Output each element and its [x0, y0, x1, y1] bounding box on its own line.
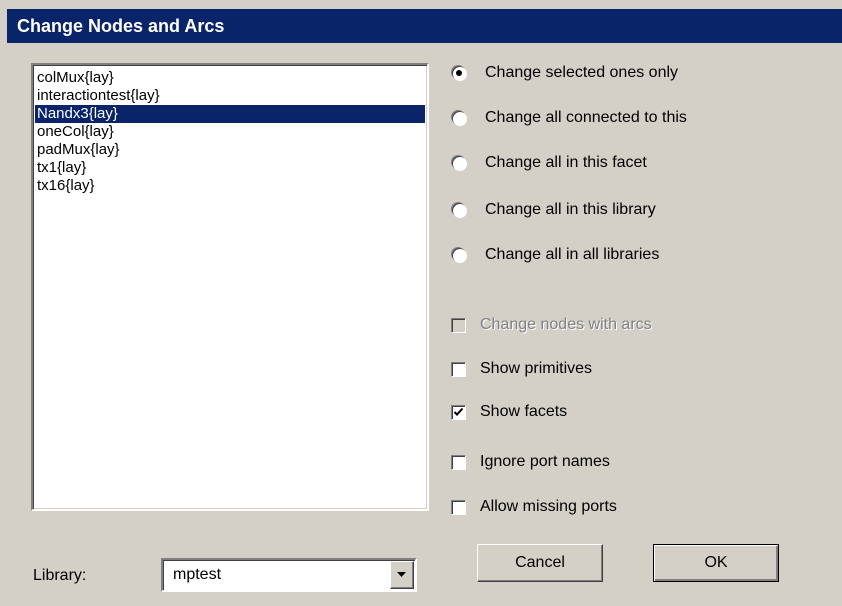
checkbox-change-nodes-with-arcs: Change nodes with arcs	[449, 313, 652, 337]
checkbox-label: Ignore port names	[480, 453, 610, 470]
radio-change-all-libraries[interactable]: Change all in all libraries	[449, 243, 659, 267]
facet-list-item[interactable]: tx1{lay}	[35, 159, 425, 177]
checkbox[interactable]	[451, 499, 466, 515]
radio-label: Change all in all libraries	[485, 246, 660, 263]
radio-button-checked[interactable]	[452, 66, 466, 80]
checkbox-show-facets[interactable]: Show facets	[449, 400, 567, 424]
facet-list-item[interactable]: colMux{lay}	[35, 69, 425, 87]
facet-list-item-selected[interactable]: Nandx3{lay}	[35, 105, 425, 123]
radio-change-selected[interactable]: Change selected ones only	[449, 61, 678, 85]
facet-list-item[interactable]: padMux{lay}	[35, 141, 425, 159]
chevron-down-icon	[397, 572, 406, 577]
facet-list-item[interactable]: oneCol{lay}	[35, 123, 425, 141]
radio-label: Change all in this library	[485, 201, 656, 218]
cancel-button[interactable]: Cancel	[477, 544, 603, 582]
library-dropdown-button[interactable]	[390, 561, 414, 589]
radio-change-connected[interactable]: Change all connected to this	[449, 106, 687, 130]
checkbox-label: Change nodes with arcs	[480, 316, 652, 333]
library-select[interactable]: mptest	[161, 558, 417, 592]
facet-listbox[interactable]: colMux{lay} interactiontest{lay} Nandx3{…	[31, 63, 429, 511]
checkbox-allow-missing-ports[interactable]: Allow missing ports	[449, 495, 617, 519]
checkmark-icon	[453, 407, 464, 416]
checkbox[interactable]	[451, 361, 466, 377]
facet-list-item[interactable]: interactiontest{lay}	[35, 87, 425, 105]
radio-label: Change selected ones only	[485, 64, 679, 81]
facet-list: colMux{lay} interactiontest{lay} Nandx3{…	[35, 69, 425, 195]
checkbox-show-primitives[interactable]: Show primitives	[449, 357, 592, 381]
radio-change-library[interactable]: Change all in this library	[449, 198, 656, 222]
radio-label: Change all in this facet	[485, 154, 647, 171]
change-nodes-dialog: Change Nodes and Arcs colMux{lay} intera…	[0, 0, 842, 606]
radio-dot	[456, 70, 462, 76]
checkbox-label: Allow missing ports	[480, 498, 617, 515]
radio-label: Change all connected to this	[485, 109, 687, 126]
ok-button[interactable]: OK	[653, 544, 779, 582]
radio-change-facet[interactable]: Change all in this facet	[449, 151, 647, 175]
checkbox-label: Show primitives	[480, 360, 593, 377]
radio-button[interactable]	[452, 156, 466, 170]
checkbox-checked[interactable]	[451, 404, 466, 420]
facet-list-item[interactable]: tx16{lay}	[35, 177, 425, 195]
checkbox[interactable]	[451, 454, 466, 470]
checkbox-ignore-port-names[interactable]: Ignore port names	[449, 450, 610, 474]
checkbox-disabled	[451, 317, 466, 333]
radio-button[interactable]	[452, 248, 466, 262]
library-select-value: mptest	[173, 566, 222, 583]
radio-button[interactable]	[452, 203, 466, 217]
radio-button[interactable]	[452, 111, 466, 125]
library-label: Library:	[33, 567, 87, 584]
checkbox-label: Show facets	[480, 403, 568, 420]
dialog-title: Change Nodes and Arcs	[7, 9, 842, 43]
